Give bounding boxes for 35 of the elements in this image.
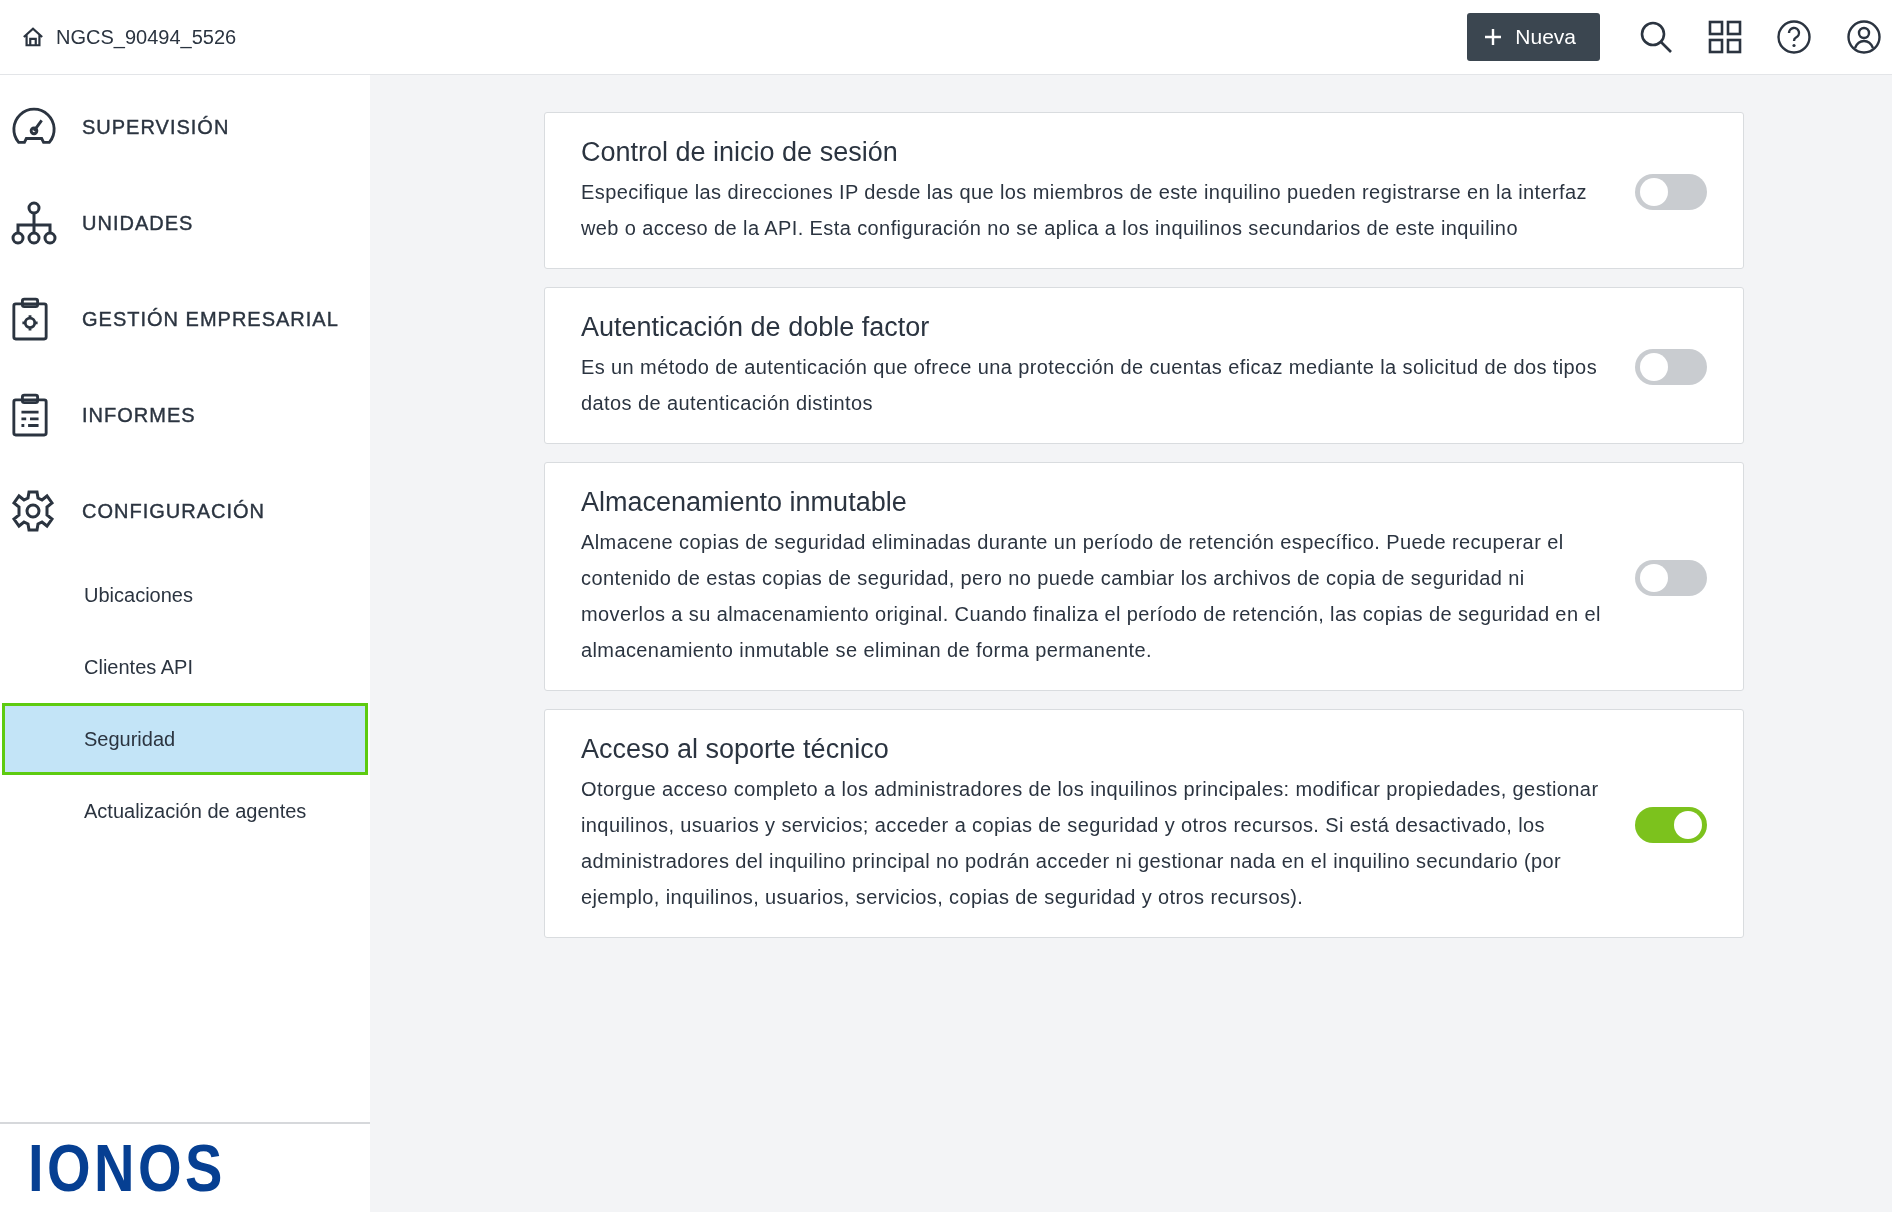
- setting-title: Control de inicio de sesión: [581, 137, 899, 168]
- setting-title: Autenticación de doble factor: [581, 312, 931, 343]
- nav-item[interactable]: GESTIÓN EMPRESARIAL: [0, 271, 370, 367]
- new-button[interactable]: Nueva: [1467, 13, 1600, 61]
- setting-description: Almacene copias de seguridad eliminadas durante un período de retención específico. Puede recuperar el contenido de estas copias de seguridad, pero no puede cambiar los archivos de copia de seguridad ni moverlos a su almacenamiento original. Cuando finaliza el período de retención, las copias de seguridad en el almacenamiento inmutable se eliminan de forma permanente.: [581, 530, 1602, 663]
- nav-subitem[interactable]: Seguridad: [2, 703, 368, 775]
- toggle-switch[interactable]: [1635, 559, 1707, 596]
- setting-title: Acceso al soporte técnico: [581, 734, 890, 765]
- clipboard-gear-icon: [11, 297, 49, 341]
- clipboard-list-icon: [11, 393, 49, 437]
- user-icon[interactable]: [1846, 19, 1882, 55]
- nav-subitem[interactable]: Clientes API: [2, 631, 368, 703]
- setting-description: Otorgue acceso completo a los administradores de los inquilinos principales: modificar propiedades, gestionar inquilinos, usuarios y servicios; acceder a copias de seguridad y otros recursos. Si está desactivado, los administradores del inquilino principal no podrán acceder ni gestionar nada en el inquilino secundario (por ejemplo, inquilinos, usuarios, servicios, copias de seguridad y otros recursos).: [581, 777, 1600, 910]
- gauge-icon: [11, 107, 57, 147]
- nav-item[interactable]: UNIDADES: [0, 175, 370, 271]
- gear-icon: [11, 489, 55, 533]
- nav-subitem[interactable]: Ubicaciones: [2, 559, 368, 631]
- grid-icon[interactable]: [1708, 20, 1742, 54]
- toggle-switch[interactable]: [1635, 806, 1707, 843]
- toggle-switch[interactable]: [1635, 348, 1707, 385]
- setting-description: Especifique las direcciones IP desde las que los miembros de este inquilino pueden registrarse en la interfaz web o acceso de la API. Esta configuración no se aplica a los inquilinos secundarios de este inquilino: [581, 180, 1588, 241]
- setting-title: Almacenamiento inmutable: [581, 487, 908, 518]
- nav-item[interactable]: SUPERVISIÓN: [0, 79, 370, 175]
- search-icon[interactable]: [1638, 19, 1674, 55]
- nav-subitem[interactable]: Actualización de agentes: [2, 775, 368, 847]
- setting-description: Es un método de autenticación que ofrece una protección de cuentas eficaz mediante la solicitud de dos tipos datos de autenticación distintos: [581, 355, 1599, 416]
- tenant-name: NGCS_90494_5526: [56, 25, 237, 49]
- help-icon[interactable]: [1776, 19, 1812, 55]
- plus-icon: [1483, 27, 1504, 47]
- brand-logo: IONOS: [28, 1135, 226, 1201]
- toggle-switch[interactable]: [1635, 173, 1707, 210]
- nav-item[interactable]: INFORMES: [0, 367, 370, 463]
- house-icon: [22, 26, 44, 48]
- hierarchy-icon: [11, 201, 57, 245]
- nav-item[interactable]: CONFIGURACIÓN: [0, 463, 370, 559]
